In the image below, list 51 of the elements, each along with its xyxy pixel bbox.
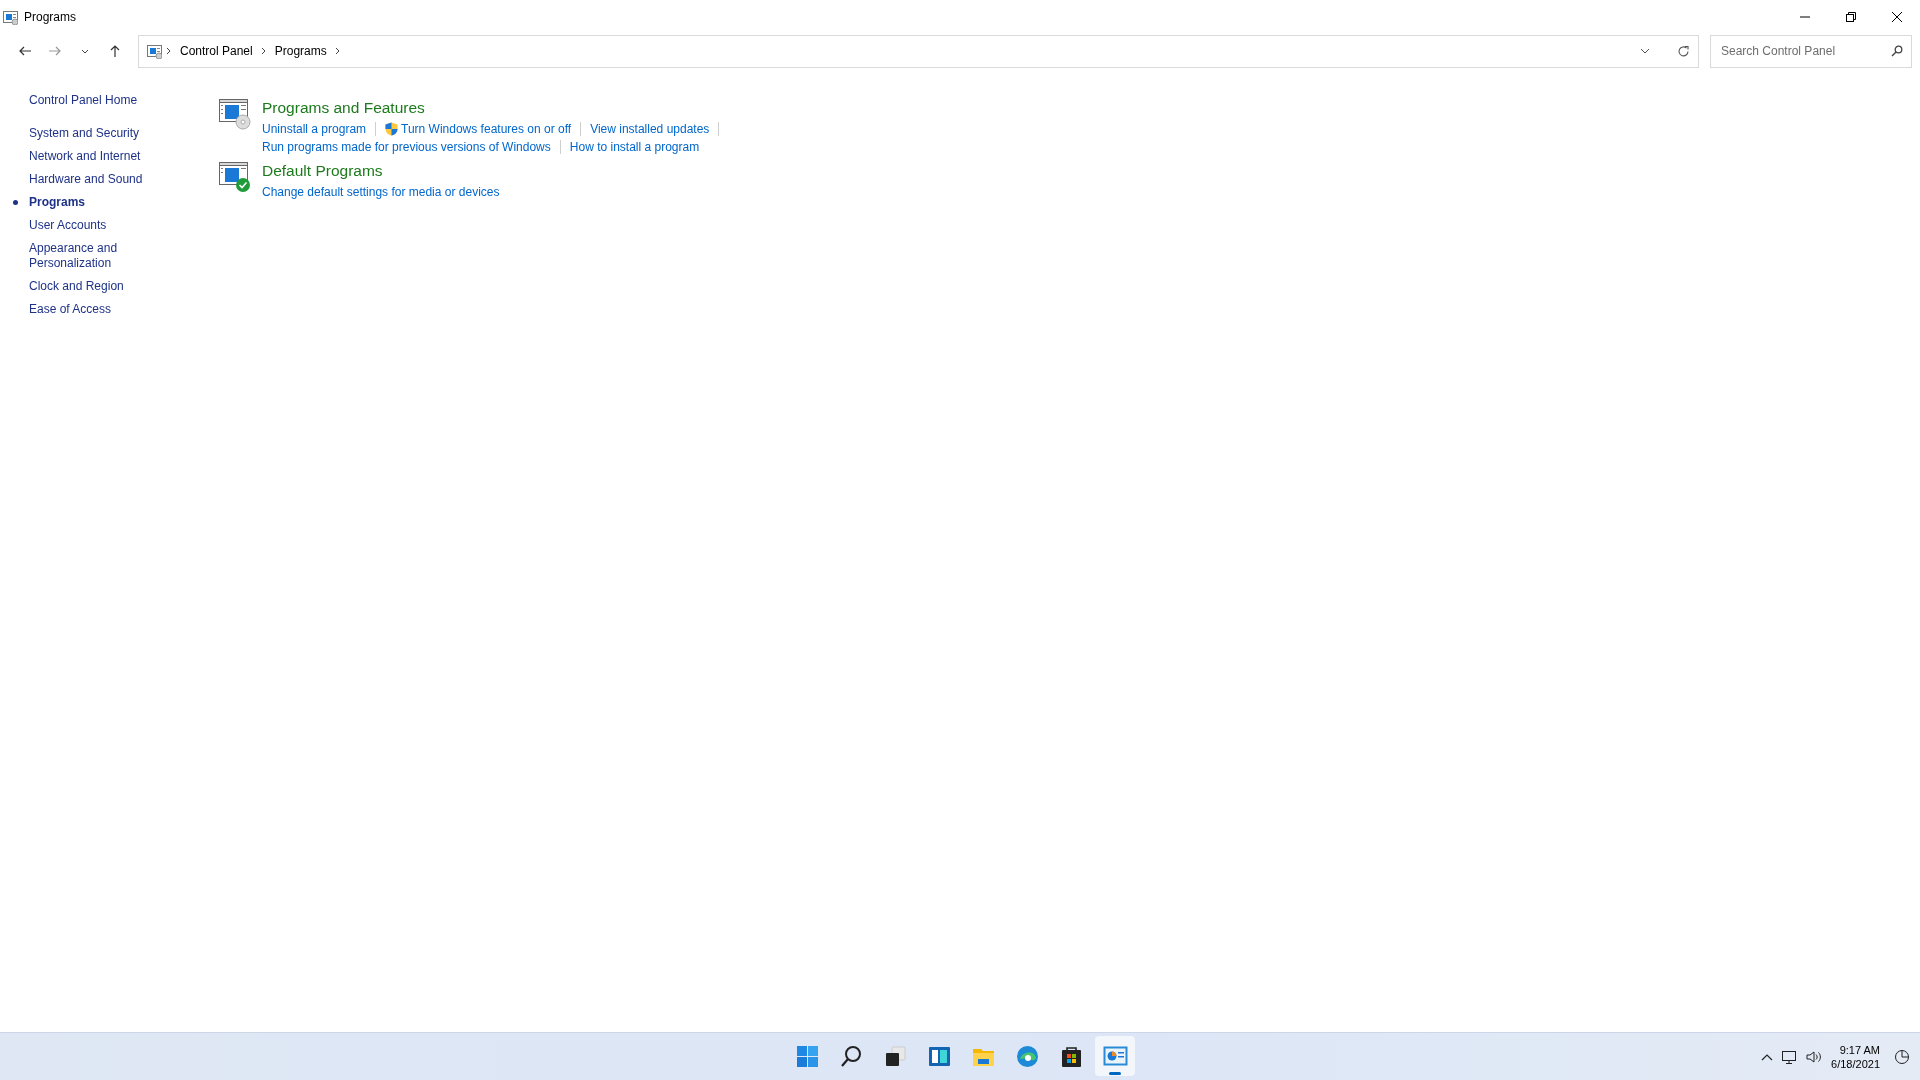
sidebar-link[interactable]: System and Security <box>29 126 140 141</box>
task-link[interactable]: Run programs made for previous versions of Windows <box>262 138 551 156</box>
clock-date[interactable]: 6/18/2021 <box>1831 1057 1880 1071</box>
sidebar-link[interactable]: Appearance and Personalization <box>29 241 159 271</box>
notifications-button[interactable] <box>1894 1049 1910 1065</box>
volume-button[interactable] <box>1805 1050 1824 1064</box>
caret-icon <box>1761 1053 1774 1061</box>
sidebar-link[interactable]: Clock and Region <box>29 279 124 294</box>
show-hidden-icons-button[interactable] <box>1761 1053 1774 1061</box>
search-icon <box>838 1043 864 1069</box>
notification-icon <box>1894 1049 1910 1065</box>
task-link[interactable]: Change default settings for media or devices <box>262 183 500 201</box>
address-bar[interactable]: Control Panel Programs <box>138 34 1699 68</box>
sidebar-link[interactable]: Control Panel Home <box>29 93 190 108</box>
control-panel-icon <box>147 43 162 59</box>
network-button[interactable] <box>1781 1049 1798 1065</box>
chevron-icon[interactable] <box>166 47 172 55</box>
task-link[interactable]: View installed updates <box>590 120 710 138</box>
forward-icon <box>48 44 62 58</box>
chevron-icon[interactable] <box>260 47 267 55</box>
speaker-icon <box>1805 1050 1824 1064</box>
sidebar-link[interactable]: Ease of Access <box>29 302 112 317</box>
shield-icon <box>385 122 399 136</box>
category-link[interactable]: Default Programs <box>262 161 383 180</box>
back-icon <box>18 44 32 58</box>
sidebar-link[interactable]: User Accounts <box>29 218 107 233</box>
task-link[interactable]: Turn Windows features on or off <box>385 120 572 138</box>
sidebar-link[interactable]: Programs <box>29 195 86 210</box>
search-field[interactable]: Search Control Panel <box>1710 34 1912 68</box>
recent-locations-icon <box>81 48 89 54</box>
start-icon <box>794 1043 820 1069</box>
window-title: Programs <box>24 9 76 26</box>
chevron-icon[interactable] <box>334 47 341 55</box>
search-input[interactable]: Search Control Panel <box>1719 35 1891 67</box>
sidebar-link[interactable]: Network and Internet <box>29 149 141 164</box>
monitor-icon <box>1781 1049 1798 1065</box>
breadcrumb[interactable]: Programs <box>270 42 331 60</box>
caret-icon <box>1640 48 1650 54</box>
task-link[interactable]: Uninstall a program <box>262 120 367 138</box>
breadcrumb[interactable]: Control Panel <box>176 42 257 60</box>
browser-icon <box>1014 1043 1040 1069</box>
clock-time[interactable]: 9:17 AM <box>1839 1043 1880 1057</box>
up-icon <box>108 44 122 58</box>
control-panel-icon <box>3 9 18 25</box>
task-link[interactable]: How to install a program <box>569 138 700 156</box>
sidebar-link[interactable]: Hardware and Sound <box>29 172 143 187</box>
close-icon <box>1891 11 1903 23</box>
search-icon <box>1891 45 1903 57</box>
refresh-icon <box>1676 44 1690 58</box>
restore-icon <box>1845 11 1857 23</box>
category-link[interactable]: Programs and Features <box>262 98 425 117</box>
